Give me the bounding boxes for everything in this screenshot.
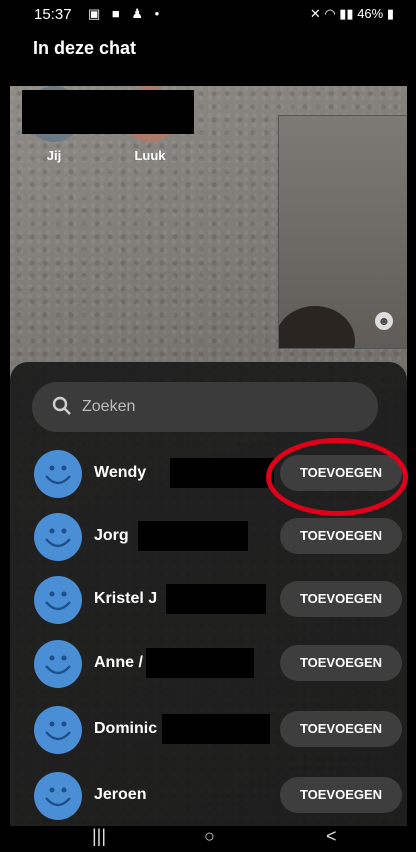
avatar: [34, 706, 82, 754]
add-button[interactable]: TOEVOEGEN: [280, 581, 402, 617]
status-right-icons: ✕ ◠ ▮▮ 46% ▮: [309, 6, 394, 21]
notification-icons: ▣ ■ ♟ •: [88, 6, 164, 21]
list-item: Kristel J TOEVOEGEN: [10, 570, 407, 630]
face-effects-icon[interactable]: ☻: [375, 312, 393, 330]
redaction-block: [162, 714, 270, 744]
contact-name: Anne /: [94, 654, 143, 671]
avatar: [34, 576, 82, 624]
list-item: Jeroen TOEVOEGEN: [10, 766, 407, 826]
search-icon: [52, 396, 71, 415]
participant-name: Luuk: [134, 148, 166, 163]
highlight-circle: [266, 438, 408, 516]
add-button[interactable]: TOEVOEGEN: [280, 645, 402, 681]
chat-header: In deze chat: [0, 28, 416, 86]
contact-name: Jeroen: [94, 786, 147, 803]
list-item: Dominic TOEVOEGEN: [10, 700, 407, 760]
self-face: [279, 306, 355, 348]
search-input[interactable]: Zoeken: [32, 382, 378, 432]
redaction-block: [22, 90, 194, 134]
list-item: Jorg TOEVOEGEN: [10, 507, 407, 567]
redaction-block: [166, 584, 266, 614]
list-item: Anne / TOEVOEGEN: [10, 634, 407, 694]
avatar: [34, 450, 82, 498]
status-bar: 15:37 ▣ ■ ♟ • ✕ ◠ ▮▮ 46% ▮: [0, 0, 416, 28]
add-button[interactable]: TOEVOEGEN: [280, 777, 402, 813]
participant-sheet: Zoeken Wendy TOEVOEGEN Jorg TOEVOEGEN Kr…: [10, 362, 407, 826]
recents-button[interactable]: |||: [92, 826, 106, 847]
battery-level: 46%: [357, 6, 384, 21]
contact-name: Kristel J: [94, 590, 158, 607]
home-button[interactable]: ○: [204, 826, 215, 847]
redaction-block: [138, 521, 248, 551]
avatar: [34, 640, 82, 688]
contact-name: Wendy: [94, 464, 147, 481]
page-title: In deze chat: [33, 38, 137, 58]
avatar: [34, 513, 82, 561]
avatar: [34, 772, 82, 820]
participant-name: Jij: [46, 148, 62, 163]
search-placeholder: Zoeken: [82, 398, 136, 415]
back-button[interactable]: <: [326, 826, 337, 847]
add-button[interactable]: TOEVOEGEN: [280, 518, 402, 554]
system-nav-bar: ||| ○ <: [0, 826, 416, 852]
self-video-preview[interactable]: ☻: [278, 115, 407, 349]
redaction-block: [170, 458, 274, 488]
redaction-block: [146, 648, 254, 678]
contact-name: Dominic: [94, 720, 158, 737]
contact-name: Jorg: [94, 527, 129, 544]
status-time: 15:37: [34, 6, 72, 23]
add-button[interactable]: TOEVOEGEN: [280, 711, 402, 747]
